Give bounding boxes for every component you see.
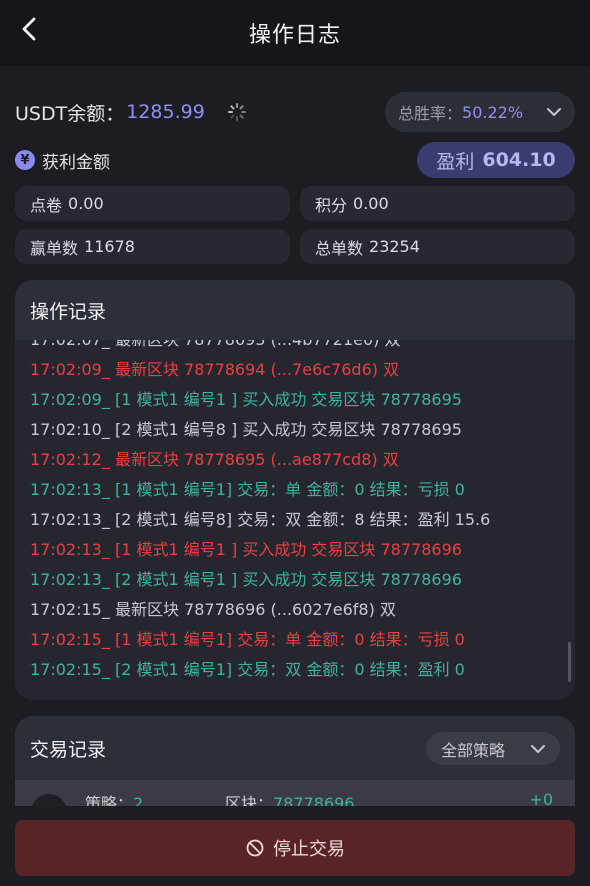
- trade-records-title: 交易记录: [30, 738, 107, 761]
- winrate-label: 总胜率：: [398, 104, 463, 123]
- profit-pill-value: 604.10: [482, 149, 556, 171]
- stat-points-value: 0.00: [68, 194, 104, 213]
- stat-wins-value: 11678: [84, 237, 135, 256]
- top-nav-bar: 操作日志: [0, 0, 590, 66]
- page-title: 操作日志: [248, 23, 341, 48]
- profit-label: 获利金额: [42, 152, 110, 173]
- log-line: 17:02:15_ [1 模式1 编号1] 交易：单 金额：0 结果：亏损 0: [30, 630, 465, 649]
- profit-pill-label: 盈利: [436, 150, 475, 173]
- operation-log-list[interactable]: 17:02:07_ 最新区块 78778693 (...4b7721e0) 双 …: [15, 340, 575, 700]
- log-line: 17:02:15_ [2 模式1 编号1] 交易：双 金额：0 结果：盈利 0: [30, 660, 465, 679]
- stat-points: 点卷 0.00: [15, 186, 290, 221]
- balance-row: USDT余额： 1285.99 总胜率： 50.22%: [15, 92, 575, 132]
- stat-total-value: 23254: [369, 237, 420, 256]
- stat-score-value: 0.00: [353, 194, 389, 213]
- log-line: 17:02:10_ [2 模式1 编号8 ] 买入成功 交易区块 7877869…: [30, 420, 462, 439]
- stat-score-label: 积分: [315, 195, 348, 215]
- log-line: 17:02:13_ [1 模式1 编号1 ] 买入成功 交易区块 7877869…: [30, 540, 462, 559]
- log-line: 17:02:15_ 最新区块 78778696 (...6027e6f8) 双: [30, 600, 396, 619]
- chevron-left-icon: [22, 17, 36, 41]
- loading-spinner-icon: [227, 103, 246, 121]
- yen-icon: ¥: [15, 150, 35, 170]
- log-line: 17:02:09_ [1 模式1 编号1 ] 买入成功 交易区块 7877869…: [30, 390, 462, 409]
- profit-row: ¥ 获利金额 盈利 604.10: [15, 142, 575, 178]
- chevron-down-icon: [547, 108, 561, 116]
- stat-points-label: 点卷: [30, 195, 63, 215]
- balance-value: 1285.99: [126, 101, 205, 123]
- stat-score: 积分 0.00: [300, 186, 575, 221]
- stop-trading-button[interactable]: 停止交易: [15, 820, 575, 876]
- strategy-filter-value: 全部策略: [441, 740, 506, 760]
- operation-log-card: 操作记录 17:02:07_ 最新区块 78778693 (...4b7721e…: [15, 280, 575, 700]
- log-line: 17:02:13_ [1 模式1 编号1] 交易：单 金额：0 结果：亏损 0: [30, 480, 465, 499]
- winrate-value: 50.22%: [462, 102, 524, 122]
- prohibit-icon: [246, 839, 264, 857]
- balance-label: USDT余额：: [15, 102, 125, 125]
- stat-total: 总单数 23254: [300, 229, 575, 264]
- operation-log-header: 操作记录: [15, 280, 575, 340]
- log-line: 17:02:13_ [2 模式1 编号1 ] 买入成功 交易区块 7877869…: [30, 570, 462, 589]
- back-button[interactable]: [14, 14, 44, 44]
- winrate-dropdown[interactable]: 总胜率： 50.22%: [385, 92, 575, 132]
- log-line: 17:02:07_ 最新区块 78778693 (...4b7721e0) 双: [30, 340, 400, 351]
- profit-pill: 盈利 604.10: [417, 142, 575, 178]
- stat-total-label: 总单数: [315, 238, 364, 258]
- stop-trading-label: 停止交易: [273, 839, 345, 860]
- log-line: 17:02:12_ 最新区块 78778695 (...ae877cd8) 双: [30, 450, 399, 469]
- stat-wins-label: 赢单数: [30, 238, 79, 258]
- scrollbar-thumb[interactable]: [568, 642, 571, 682]
- strategy-filter-dropdown[interactable]: 全部策略: [426, 732, 560, 765]
- operation-log-title: 操作记录: [30, 300, 107, 323]
- chevron-down-icon: [531, 745, 545, 753]
- log-line: 17:02:13_ [2 模式1 编号8] 交易：双 金额：8 结果：盈利 15…: [30, 510, 491, 529]
- log-line: 17:02:09_ 最新区块 78778694 (...7e6c76d6) 双: [30, 360, 400, 379]
- stat-wins: 赢单数 11678: [15, 229, 290, 264]
